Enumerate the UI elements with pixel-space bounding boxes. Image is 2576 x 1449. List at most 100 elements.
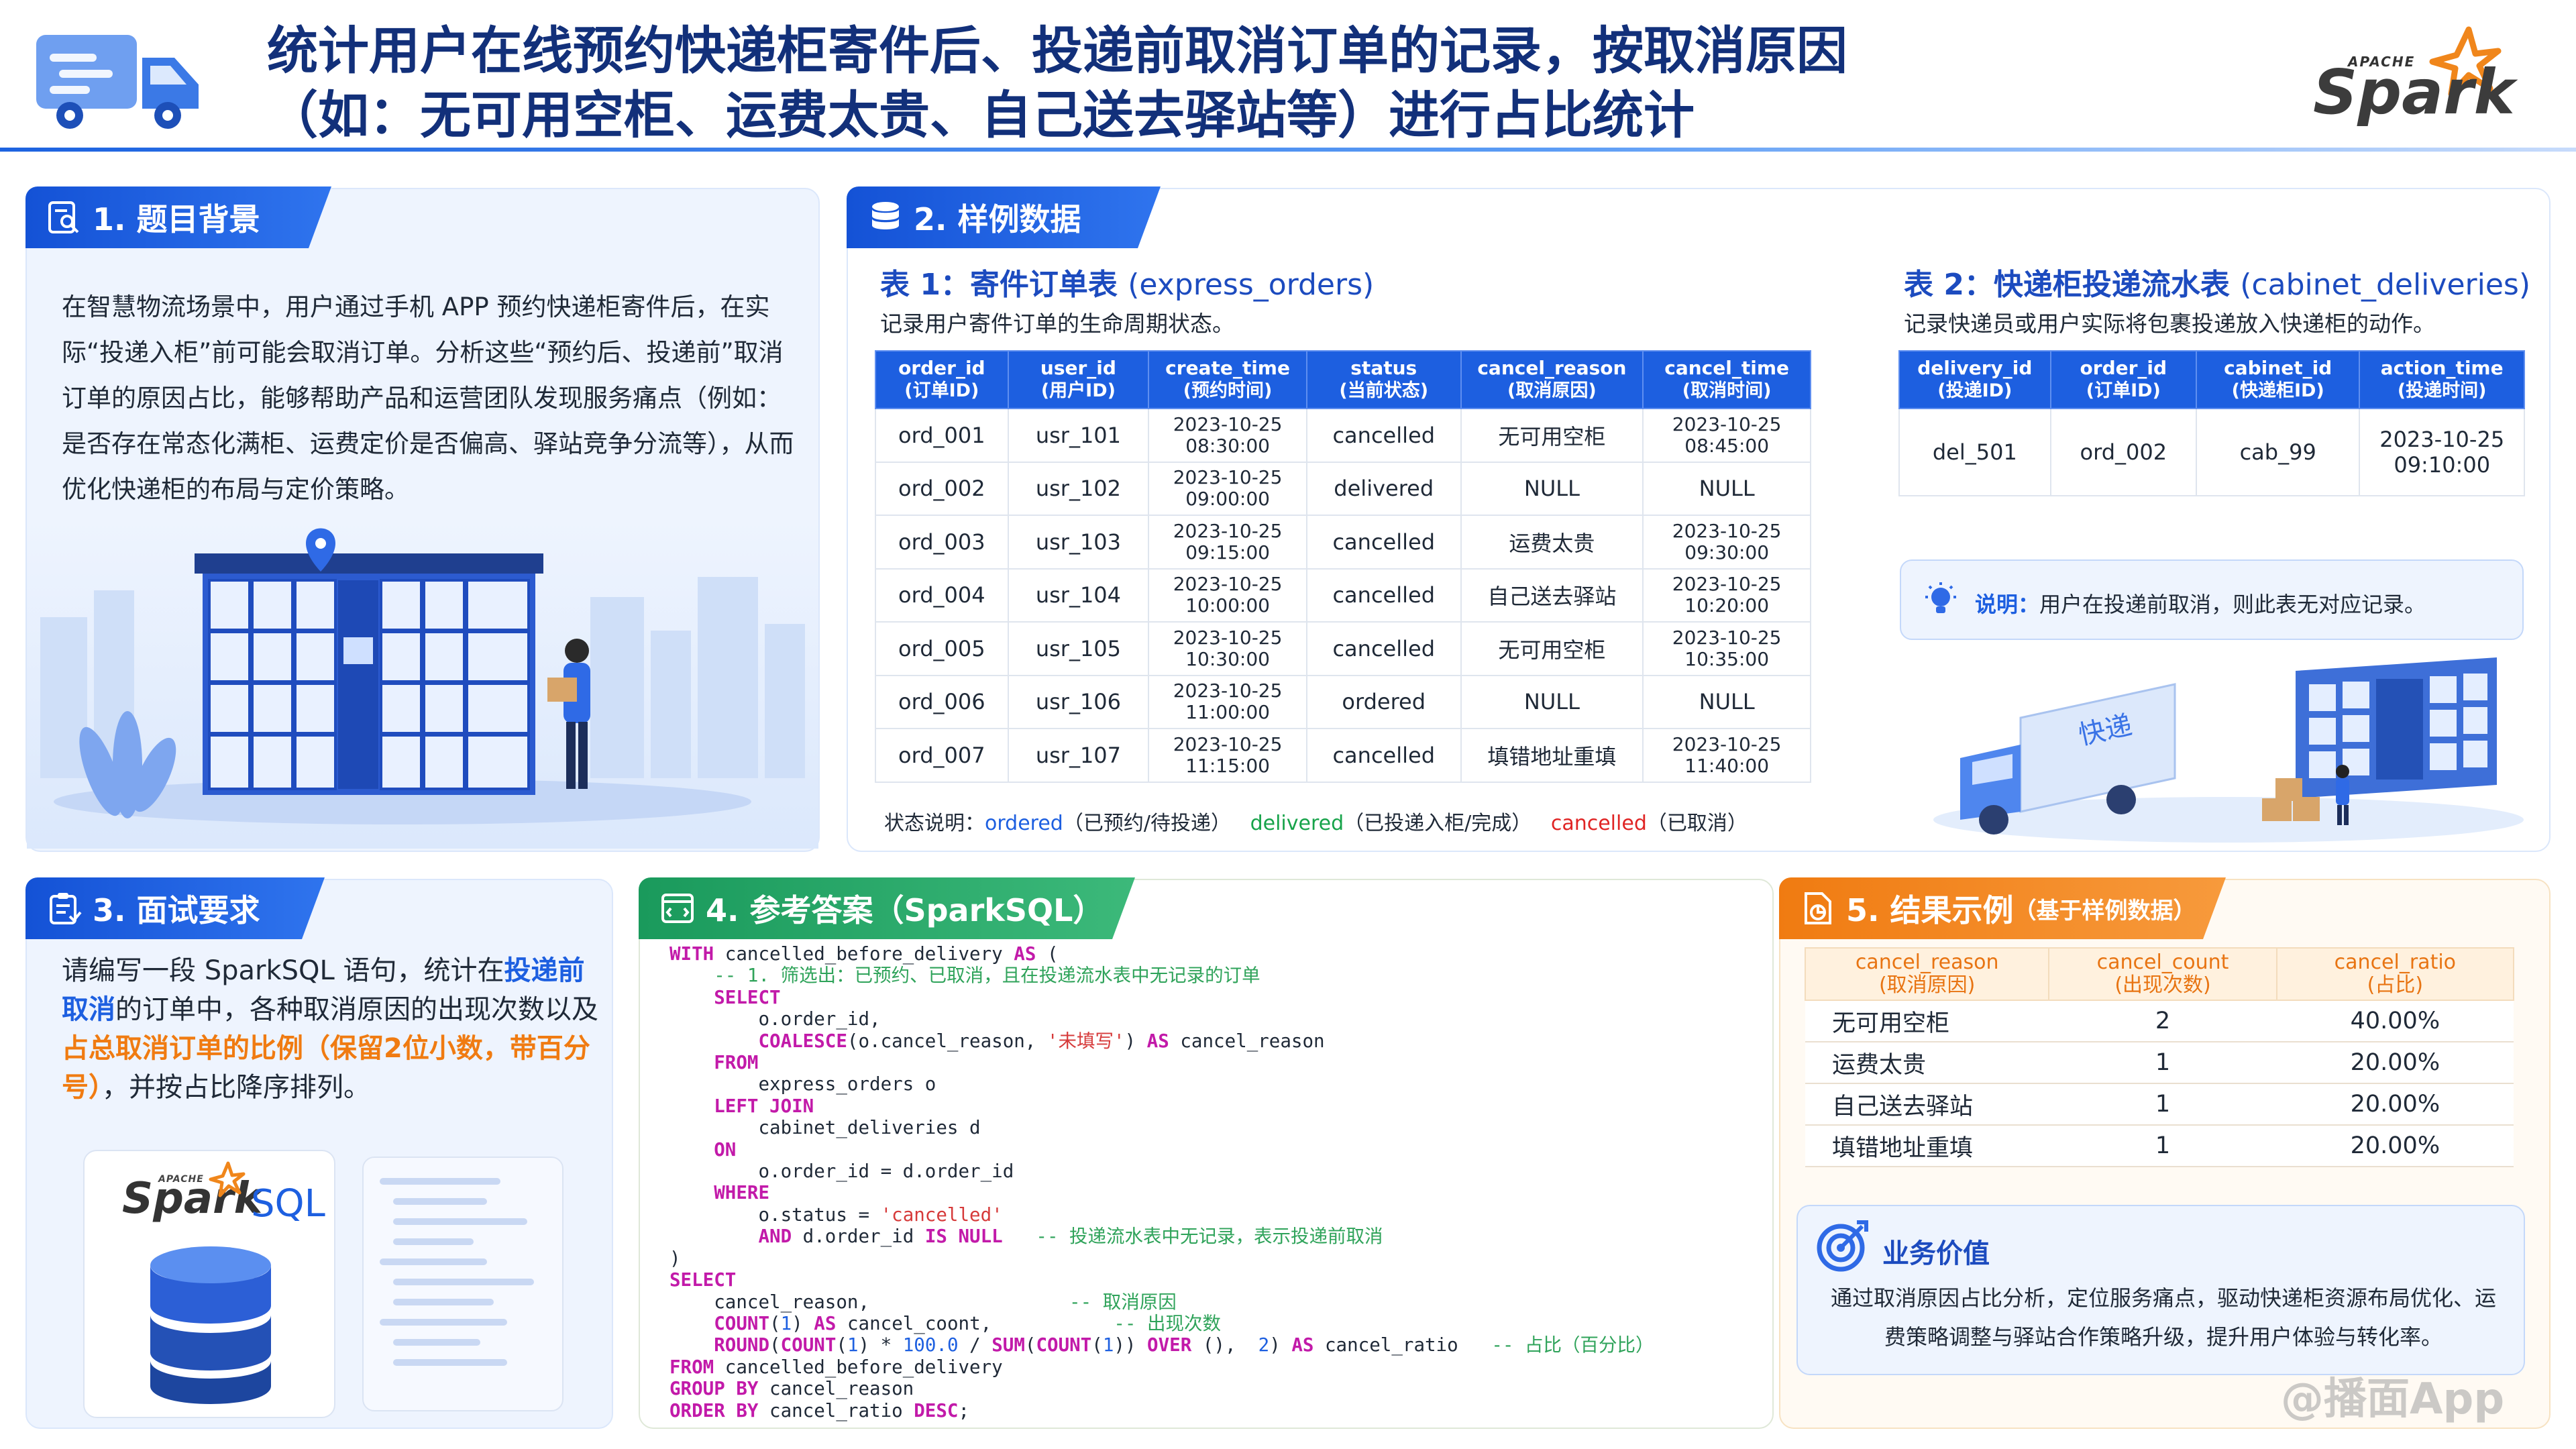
cell-clock: 08:30:00 [1185, 434, 1270, 457]
delivery-truck-icon [36, 35, 199, 129]
smart-locker-illustration [27, 517, 818, 849]
cell-cancel-time: 2023-10-25 10:35:00 [1642, 621, 1811, 676]
chart-report-icon [1801, 891, 1835, 926]
cell-clock: 10:20:00 [1684, 594, 1770, 617]
cell-date: 2023-10-25 [1173, 466, 1283, 489]
cell-order-id: ord_001 [875, 408, 1009, 463]
header-divider [0, 148, 2576, 152]
cell-status: cancelled [1305, 621, 1462, 676]
result-col-name: cancel_count [2096, 951, 2229, 974]
clipboard-checklist-icon [47, 891, 82, 926]
code-editor-icon [660, 891, 695, 926]
business-value-text: 通过取消原因占比分析，定位服务痛点，驱动快递柜资源布局优化、运费策略调整与驿站合… [1830, 1285, 2496, 1350]
table1-col-name: cancel_time [1664, 357, 1790, 379]
table1-col-sub: (预约时间) [1183, 380, 1273, 401]
cell-order-id: ord_007 [875, 728, 1009, 783]
table2-col-sub: (投递ID) [1937, 380, 2012, 401]
section-4-tab: 4. 参考答案（SparkSQL） [639, 877, 1135, 939]
cell-create-time: 2023-10-25 10:30:00 [1148, 621, 1307, 676]
result-reason: 无可用空柜 [1805, 1000, 2049, 1042]
cell-user-id: usr_102 [1007, 461, 1150, 516]
cell-clock: 11:40:00 [1684, 754, 1770, 777]
result-table: cancel_reason (取消原因) cancel_count (出现次数) c… [1804, 947, 2515, 1167]
result-count: 1 [2049, 1125, 2277, 1167]
cell-cabinet-id: cab_99 [2195, 408, 2361, 496]
cell-order-id: ord_002 [2049, 408, 2197, 496]
cell-cancel-time: NULL [1642, 461, 1811, 516]
cell-create-time: 2023-10-25 10:00:00 [1148, 568, 1307, 623]
table-row: ord_002 usr_102 2023-10-25 09:00:00 deliv… [875, 461, 1811, 516]
cell-cancel-time: 2023-10-25 10:20:00 [1642, 568, 1811, 623]
note-label: 说明： [1975, 592, 2040, 617]
requirement-text-2: 的订单中，各种取消原因的出现次数以及 [115, 994, 598, 1025]
result-count: 2 [2049, 1000, 2277, 1042]
cell-date: 2023-10-25 [2379, 427, 2505, 452]
cell-clock: 11:15:00 [1185, 754, 1270, 777]
note-text: 说明：用户在投递前取消，则此表无对应记录。 [1975, 588, 2426, 619]
cell-cancel-reason: 填错地址重填 [1460, 728, 1644, 783]
section-5-title: 5. 结果示例 [1846, 892, 2014, 928]
cabinet-deliveries-table: delivery_id (投递ID) order_id (订单ID) cabinet… [1898, 350, 2525, 496]
table1-col-name: order_id [898, 357, 985, 379]
section-1-tab: 1. 题目背景 [25, 186, 331, 248]
cell-order-id: ord_005 [875, 621, 1009, 676]
page-title: 统计用户在线预约快递柜寄件后、投递前取消订单的记录，按取消原因 （如：无可用空柜… [267, 19, 1847, 148]
cell-date: 2023-10-25 [1672, 573, 1782, 596]
table1-caption-en: (express_orders) [1128, 268, 1375, 302]
cell-status: cancelled [1305, 515, 1462, 570]
cell-status: ordered [1305, 674, 1462, 729]
result-col-sub: (取消原因) [1878, 973, 1976, 997]
cell-clock: 09:15:00 [1185, 541, 1270, 564]
cell-status: delivered [1305, 461, 1462, 516]
cell-create-time: 2023-10-25 09:00:00 [1148, 461, 1307, 516]
cell-date: 2023-10-25 [1672, 626, 1782, 649]
cell-date: 2023-10-25 [1173, 626, 1283, 649]
cell-user-id: usr_101 [1007, 408, 1150, 463]
table-row: ord_003 usr_103 2023-10-25 09:15:00 cance… [875, 515, 1811, 570]
cell-delivery-id: del_501 [1898, 408, 2051, 496]
code-lines-decoration [380, 1178, 534, 1366]
cell-clock: 08:45:00 [1684, 434, 1770, 457]
table-row: 自己送去驿站 1 20.00% [1805, 1083, 2514, 1126]
locker-cabinet-small [2296, 657, 2497, 798]
cell-action-time: 2023-10-25 09:10:00 [2359, 408, 2525, 496]
table1-header-row: order_id (订单ID) user_id (用户ID) create_time… [875, 350, 1811, 409]
result-col-sub: (占比) [2367, 973, 2424, 997]
table2-col-name: order_id [2080, 357, 2167, 379]
result-col-header: cancel_ratio (占比) [2275, 947, 2515, 1001]
table-row: ord_005 usr_105 2023-10-25 10:30:00 cance… [875, 621, 1811, 676]
cell-date: 2023-10-25 [1672, 733, 1782, 755]
result-col-name: cancel_reason [1855, 951, 1999, 974]
cell-status: cancelled [1305, 568, 1462, 623]
cell-cancel-time: 2023-10-25 08:45:00 [1642, 408, 1811, 463]
section-2-title: 2. 样例数据 [914, 201, 1081, 237]
locker-cabinet [195, 553, 543, 795]
section-5-subtitle: （基于样例数据） [2013, 897, 2196, 924]
table1-col-name: user_id [1040, 357, 1116, 379]
table1-caption-cn: 表 1：寄件订单表 [880, 268, 1118, 302]
express-orders-table: order_id (订单ID) user_id (用户ID) create_time… [875, 350, 1811, 783]
cell-user-id: usr_104 [1007, 568, 1150, 623]
cell-cancel-reason: 无可用空柜 [1460, 621, 1644, 676]
result-col-sub: (出现次数) [2114, 973, 2211, 997]
cell-status: cancelled [1305, 408, 1462, 463]
table2-col-name: cabinet_id [2224, 357, 2332, 379]
table-row: ord_001 usr_101 2023-10-25 08:30:00 cance… [875, 408, 1811, 463]
cell-create-time: 2023-10-25 08:30:00 [1148, 408, 1307, 463]
result-reason: 填错地址重填 [1805, 1125, 2049, 1167]
spark-sql-logo-sql: SQL [251, 1182, 325, 1226]
page-header: 统计用户在线预约快递柜寄件后、投递前取消订单的记录，按取消原因 （如：无可用空柜… [0, 0, 2576, 149]
target-icon [1817, 1220, 1868, 1272]
legend-ordered: ordered [985, 812, 1063, 835]
table1-col-sub: (用户ID) [1040, 380, 1116, 401]
table2-col-header: cabinet_id (快递柜ID) [2195, 350, 2361, 409]
cell-clock: 10:30:00 [1185, 647, 1270, 670]
cell-create-time: 2023-10-25 11:15:00 [1148, 728, 1307, 783]
cell-order-id: ord_002 [875, 461, 1009, 516]
table1-col-sub: (订单ID) [904, 380, 979, 401]
cell-user-id: usr_107 [1007, 728, 1150, 783]
result-count: 1 [2049, 1042, 2277, 1084]
cell-clock: 09:00:00 [1185, 488, 1270, 511]
cell-cancel-time: 2023-10-25 11:40:00 [1642, 728, 1811, 783]
cell-cancel-reason: NULL [1460, 461, 1644, 516]
